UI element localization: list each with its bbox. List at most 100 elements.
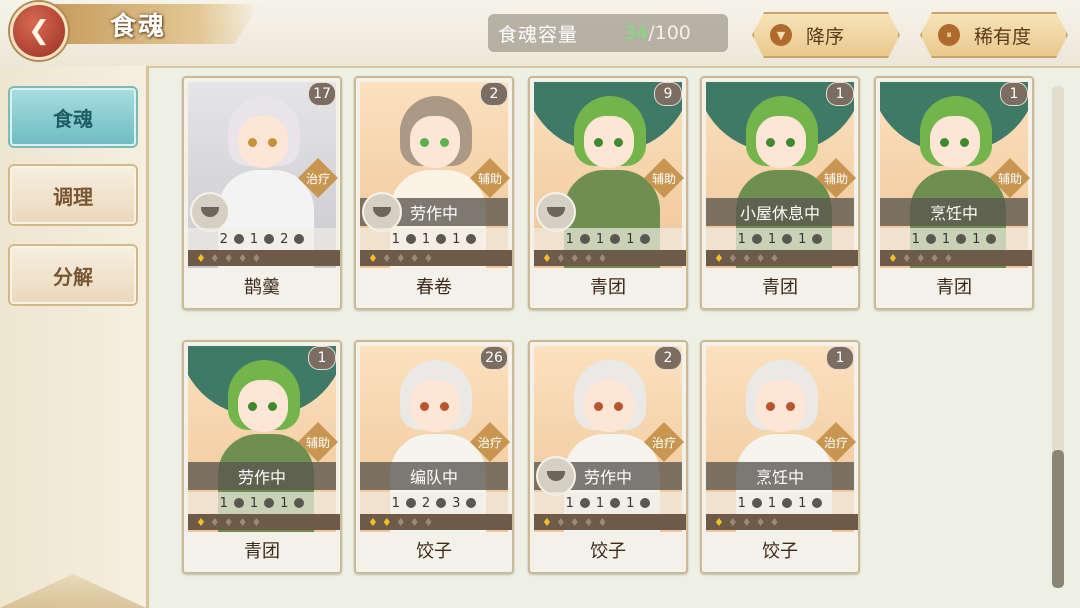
flame-icon: ♦ — [943, 251, 954, 265]
flame-row: ♦ ♦ ♦ ♦ ♦ — [360, 514, 512, 530]
flame-row: ♦ ♦ ♦ ♦ ♦ — [706, 514, 858, 530]
stat-row: 1 1 1 — [534, 228, 682, 250]
stat-value: 1 — [972, 231, 981, 247]
flame-icon: ♦ — [597, 251, 608, 265]
flame-icon: ♦ — [409, 515, 420, 529]
stat-value: 1 — [595, 231, 605, 247]
flame-icon: ♦ — [915, 251, 926, 265]
flame-icon: ♦ — [741, 251, 752, 265]
capacity-display: 食魂容量 34 /100 — [488, 14, 728, 52]
character-eye — [268, 402, 277, 411]
level-badge: 9 — [654, 82, 682, 106]
character-eye — [786, 402, 795, 411]
stat-icon — [610, 498, 621, 508]
food-soul-card[interactable]: 1 辅助 小屋休息中 1 1 1 ♦ ♦ ♦ ♦ ♦ 青团 — [700, 76, 860, 310]
character-face — [584, 380, 634, 432]
sort-order-button[interactable]: ▼ 降序 — [752, 12, 900, 58]
stat-icon — [751, 498, 762, 508]
flame-icon: ♦ — [209, 515, 220, 529]
flame-icon: ♦ — [901, 251, 912, 265]
stat-value: 1 — [391, 231, 400, 247]
flame-icon: ♦ — [251, 251, 262, 265]
back-button[interactable]: ❮ — [10, 2, 68, 60]
character-face — [238, 116, 288, 168]
stat-value: 2 — [219, 231, 228, 247]
character-face — [238, 380, 288, 432]
food-soul-name: 青团 — [762, 277, 798, 298]
stat-row: 1 1 1 — [360, 228, 508, 250]
flame-icon: ♦ — [237, 515, 248, 529]
stat-value: 1 — [565, 231, 574, 247]
stat-value: 1 — [280, 495, 289, 511]
tab-decompose[interactable]: 分解 — [10, 246, 136, 304]
character-eye — [960, 138, 969, 147]
food-soul-card[interactable]: 9 辅助 1 1 1 ♦ ♦ ♦ ♦ ♦ 青团 — [528, 76, 688, 310]
tab-label: 分解 — [53, 264, 93, 289]
flame-icon: ♦ — [597, 515, 608, 529]
stat-value: 1 — [767, 231, 777, 247]
status-bar: 劳作中 — [188, 462, 336, 490]
stat-value: 1 — [421, 231, 431, 247]
stat-row: 1 1 1 — [188, 492, 336, 514]
scrollbar-thumb[interactable] — [1052, 450, 1064, 588]
flame-row: ♦ ♦ ♦ ♦ ♦ — [706, 250, 858, 266]
sort-down-icon: ▼ — [770, 24, 792, 46]
flame-row: ♦ ♦ ♦ ♦ ♦ — [360, 250, 512, 266]
flame-icon: ♦ — [196, 515, 206, 529]
character-eye — [440, 138, 449, 147]
capacity-max: /100 — [648, 22, 691, 44]
flame-row: ♦ ♦ ♦ ♦ ♦ — [188, 514, 340, 530]
level-badge: 1 — [1000, 82, 1028, 106]
flame-row: ♦ ♦ ♦ ♦ ♦ — [534, 514, 686, 530]
rarity-sort-button[interactable]: ⏸ 稀有度 — [920, 12, 1068, 58]
tab-label: 调理 — [53, 184, 93, 209]
food-soul-card[interactable]: 1 辅助 烹饪中 1 1 1 ♦ ♦ ♦ ♦ ♦ 青团 — [874, 76, 1034, 310]
flame-icon: ♦ — [237, 251, 248, 265]
stat-value: 1 — [565, 495, 574, 511]
food-soul-card[interactable]: 2 治疗 劳作中 1 1 1 ♦ ♦ ♦ ♦ ♦ 饺子 — [528, 340, 688, 574]
stat-row: 1 1 1 — [534, 492, 682, 514]
food-soul-name: 鹊羹 — [244, 277, 280, 298]
stat-icon — [294, 498, 305, 508]
status-bar: 烹饪中 — [706, 462, 854, 490]
tab-food-souls[interactable]: 食魂 — [10, 88, 136, 146]
food-soul-card[interactable]: 1 治疗 烹饪中 1 1 1 ♦ ♦ ♦ ♦ ♦ 饺子 — [700, 340, 860, 574]
character-eye — [420, 402, 429, 411]
stat-icon — [812, 234, 823, 244]
stat-value: 2 — [280, 231, 289, 247]
flame-row: ♦ ♦ ♦ ♦ ♦ — [880, 250, 1032, 266]
stat-icon — [436, 498, 447, 508]
stat-icon — [610, 234, 621, 244]
food-soul-card[interactable]: 26 治疗 编队中 1 2 3 ♦ ♦ ♦ ♦ ♦ 饺子 — [354, 340, 514, 574]
character-eye — [940, 138, 949, 147]
capacity-current: 34 — [624, 22, 649, 44]
stat-icon — [436, 234, 447, 244]
stat-value: 2 — [421, 495, 431, 511]
character-eye — [268, 138, 277, 147]
stat-value: 1 — [626, 495, 635, 511]
flame-icon: ♦ — [381, 251, 392, 265]
level-badge: 1 — [826, 346, 854, 370]
flame-icon: ♦ — [409, 251, 420, 265]
stat-value: 1 — [219, 495, 228, 511]
food-soul-card[interactable]: 2 辅助 劳作中 1 1 1 ♦ ♦ ♦ ♦ ♦ 春卷 — [354, 76, 514, 310]
tab-conditioning[interactable]: 调理 — [10, 166, 136, 224]
food-soul-card[interactable]: 17 治疗 2 1 2 ♦ ♦ ♦ ♦ ♦ 鹊羹 — [182, 76, 342, 310]
food-soul-card[interactable]: 1 辅助 劳作中 1 1 1 ♦ ♦ ♦ ♦ ♦ 青团 — [182, 340, 342, 574]
level-badge: 26 — [480, 346, 508, 370]
flame-icon: ♦ — [223, 251, 234, 265]
character-face — [584, 116, 634, 168]
stat-row: 1 1 1 — [706, 492, 854, 514]
flame-icon: ♦ — [381, 515, 392, 529]
sidebar: 食魂 调理 分解 — [0, 66, 149, 608]
stat-icon — [264, 498, 275, 508]
stat-icon — [640, 234, 651, 244]
sort-order-label: 降序 — [806, 25, 845, 48]
flame-icon: ♦ — [555, 515, 566, 529]
stat-value: 1 — [595, 495, 605, 511]
character-face — [930, 116, 980, 168]
stat-row: 1 2 3 — [360, 492, 508, 514]
flame-icon: ♦ — [209, 251, 220, 265]
flame-row: ♦ ♦ ♦ ♦ ♦ — [534, 250, 686, 266]
stat-row: 2 1 2 — [188, 228, 336, 250]
